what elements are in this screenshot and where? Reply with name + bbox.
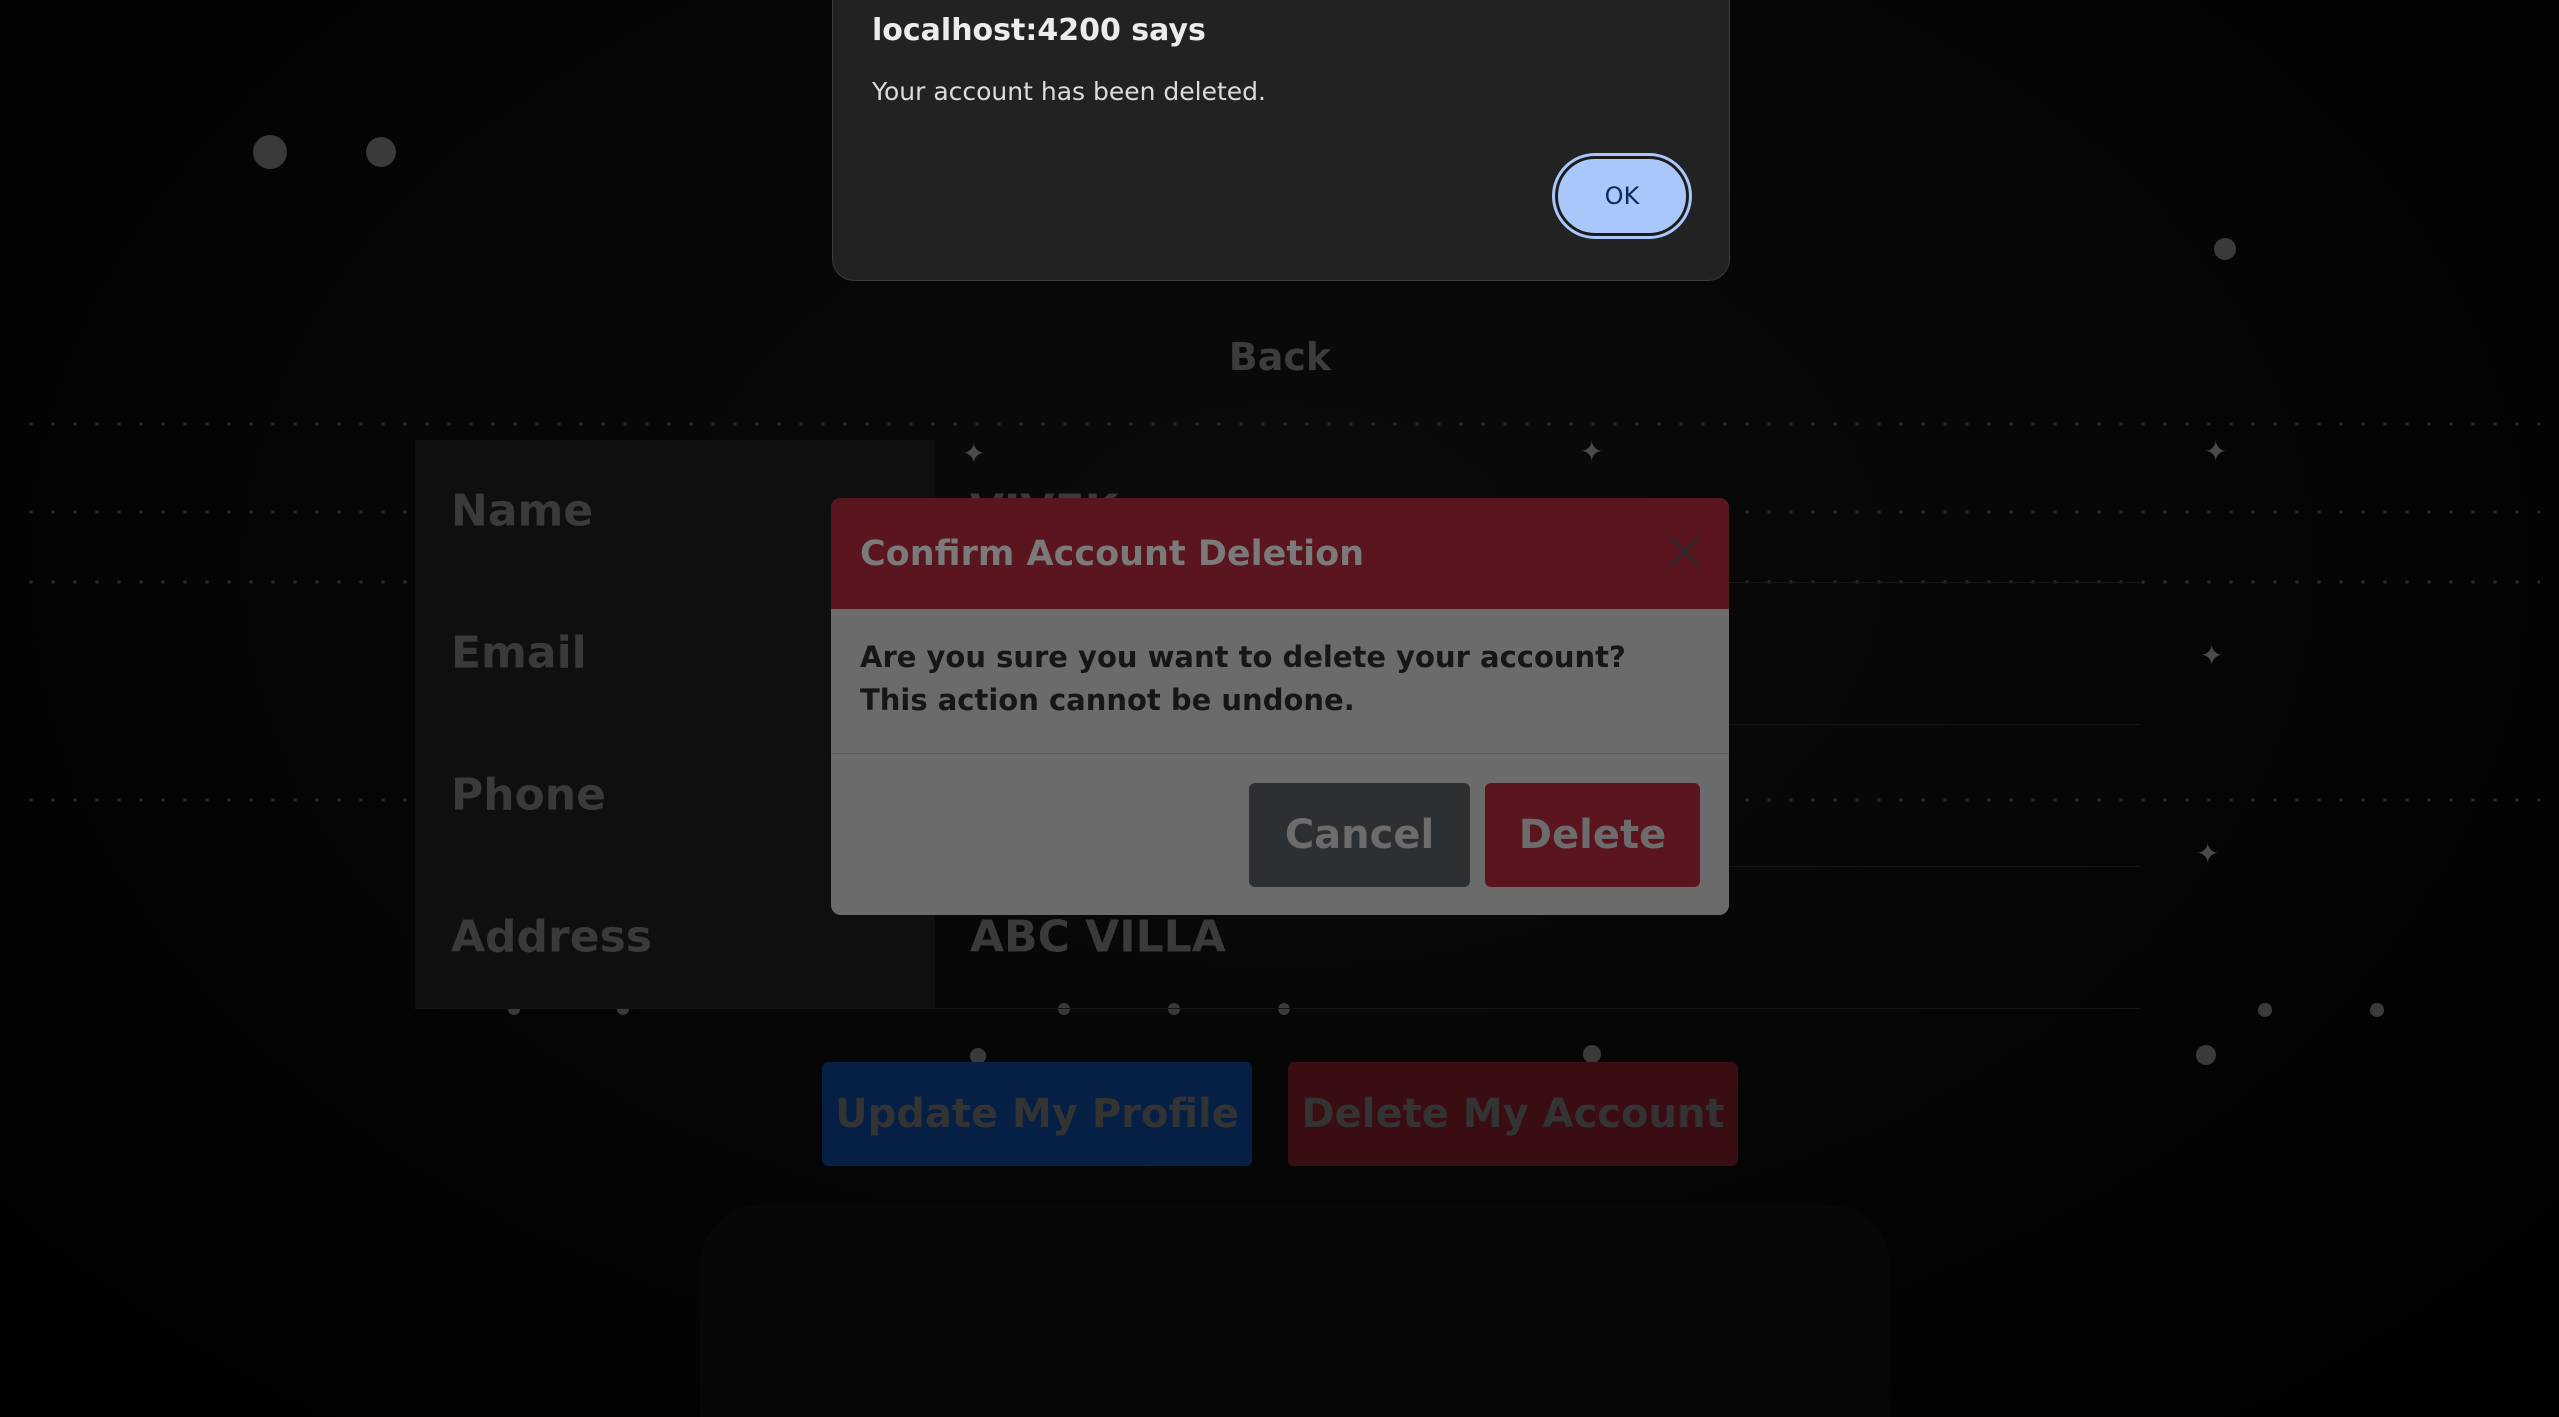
- background-star: ✦: [2196, 838, 2220, 869]
- background-particle: [1583, 1045, 1601, 1063]
- background-star: ✦: [2200, 640, 2224, 671]
- background-particle: [2370, 1003, 2384, 1017]
- modal-divider: [831, 753, 1729, 754]
- confirm-delete-modal: Confirm Account Deletion Are you sure yo…: [831, 498, 1729, 915]
- email-label: Email: [451, 627, 587, 679]
- address-value: ABC VILLA: [970, 911, 1226, 963]
- phone-label: Phone: [451, 769, 606, 821]
- modal-title: Confirm Account Deletion: [860, 533, 1365, 574]
- page-background: ✦ ✦ ✦ ✦ ✦ Back Name VIVEK Email Phone: [0, 0, 2559, 1417]
- background-star: ✦: [2204, 436, 2228, 467]
- close-icon[interactable]: [1661, 528, 1709, 576]
- alert-message: Your account has been deleted.: [872, 77, 1266, 106]
- delete-account-button[interactable]: Delete My Account: [1288, 1062, 1738, 1166]
- address-label: Address: [451, 911, 652, 963]
- back-link[interactable]: Back: [1180, 335, 1380, 379]
- confirm-delete-button[interactable]: Delete: [1485, 783, 1700, 887]
- cancel-button[interactable]: Cancel: [1249, 783, 1470, 887]
- alert-ok-button[interactable]: OK: [1555, 156, 1689, 236]
- alert-title: localhost:4200 says: [872, 13, 1206, 48]
- modal-header: Confirm Account Deletion: [831, 498, 1729, 609]
- browser-alert-dialog: localhost:4200 says Your account has bee…: [832, 0, 1730, 281]
- background-particle: [253, 135, 287, 169]
- background-particle: [2196, 1045, 2216, 1065]
- background-particle: [366, 137, 396, 167]
- footer-panel: [700, 1205, 1890, 1417]
- background-particle: [2258, 1003, 2272, 1017]
- name-label: Name: [451, 485, 594, 537]
- modal-body-text: Are you sure you want to delete your acc…: [860, 640, 1626, 717]
- background-particle: [2214, 238, 2236, 260]
- update-profile-button[interactable]: Update My Profile: [822, 1062, 1252, 1166]
- background-dots: [20, 422, 2540, 426]
